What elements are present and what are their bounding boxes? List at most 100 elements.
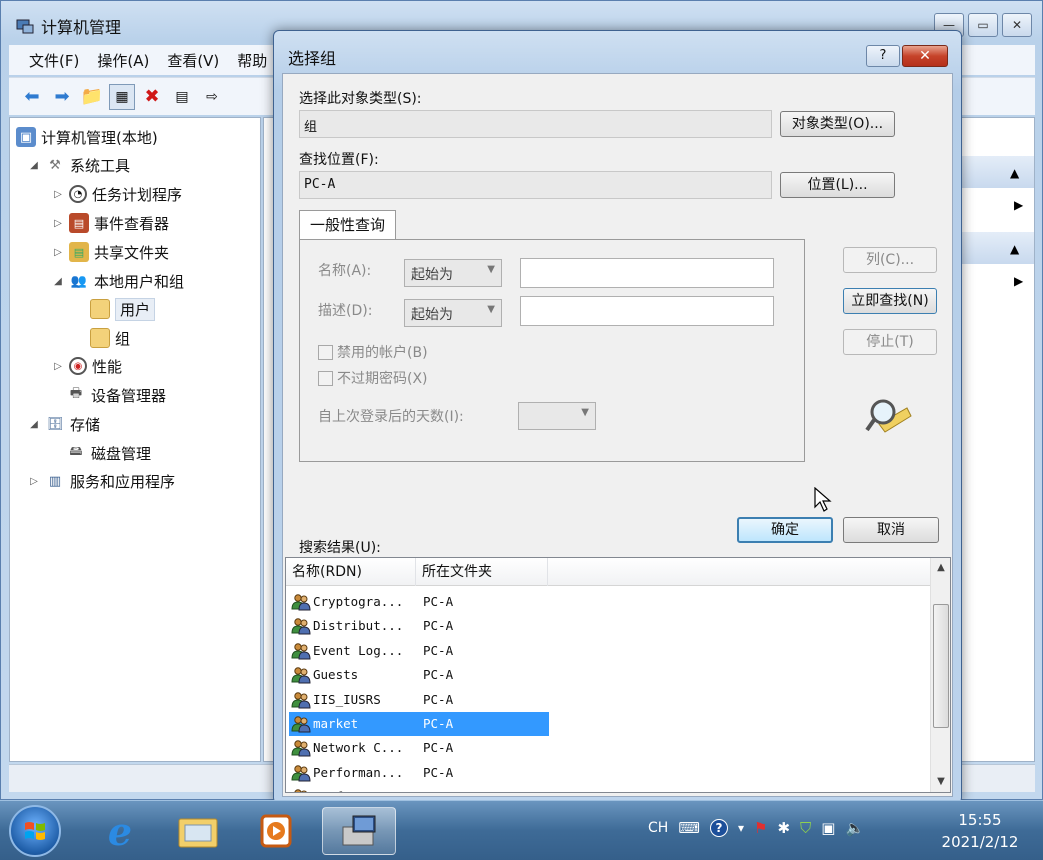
more-actions-arrow-icon[interactable]: ▶ [1014,274,1023,288]
tree-item-disk-management[interactable]: 🖴 磁盘管理 [66,440,151,466]
clock[interactable]: 15:55 2021/2/12 [930,809,1030,853]
tools-icon: ⚒ [49,157,61,173]
collapsed-arrow-icon[interactable]: ▷ [52,218,64,229]
window-title: 计算机管理 [15,14,121,38]
maximize-button[interactable]: ▭ [968,13,998,37]
properties-icon[interactable]: ▤ [169,84,195,110]
bluetooth-icon[interactable]: ✱ [777,819,790,837]
close-button[interactable]: ✕ [1002,13,1032,37]
expanded-arrow-icon[interactable]: ◢ [28,419,40,430]
name-match-combo[interactable]: 起始为 ▼ [404,259,502,287]
menu-file[interactable]: 文件(F) [23,50,85,71]
menu-action[interactable]: 操作(A) [91,50,155,71]
description-match-value: 起始为 [411,307,453,323]
taskbar-computer-management[interactable] [322,807,396,855]
search-results-list[interactable]: 名称(RDN) 所在文件夹 Cryptogra... PC-A Distribut.… [285,557,951,793]
show-hide-tree-icon[interactable]: ▦ [109,83,135,110]
result-row[interactable]: IIS_IUSRS PC-A [289,688,549,712]
columns-button[interactable]: 列(C)... [843,247,937,273]
forward-arrow-icon[interactable]: ➡ [49,84,75,110]
tree-item-system-tools[interactable]: ◢ ⚒ 系统工具 [28,152,130,178]
tree-item-services-applications[interactable]: ▷ ▥ 服务和应用程序 [28,468,175,494]
result-row[interactable]: Performan... PC-A [289,761,549,785]
result-name: Cryptogra... [313,594,404,609]
column-header-name[interactable]: 名称(RDN) [286,558,416,586]
language-indicator[interactable]: CH [648,820,668,836]
result-name: Event Log... [313,642,404,658]
non-expiring-password-checkbox[interactable]: 不过期密码(X) [318,368,428,388]
up-folder-icon[interactable]: 📁 [79,84,105,110]
taskbar-media-player[interactable] [244,807,308,855]
collapse-up-icon[interactable]: ▲ [1010,242,1019,256]
export-list-icon[interactable]: ⇨ [199,84,225,110]
scroll-down-icon[interactable]: ▼ [931,776,950,787]
location-field: PC-A [299,171,772,199]
scrollbar-thumb[interactable] [933,604,949,728]
tree-item-local-users-groups[interactable]: ◢ 👥 本地用户和组 [52,268,184,294]
expanded-arrow-icon[interactable]: ◢ [52,276,64,287]
start-button[interactable] [9,805,61,857]
result-row[interactable]: Distribut... PC-A [289,614,549,638]
help-icon[interactable]: ? [709,819,728,837]
description-match-combo[interactable]: 起始为 ▼ [404,299,502,327]
back-arrow-icon[interactable]: ⬅ [19,84,45,110]
result-row[interactable]: Performan... PC-A [289,785,549,792]
help-button[interactable]: ? [866,45,900,67]
storage-icon: 🗄 [46,416,64,432]
collapsed-arrow-icon[interactable]: ▷ [52,361,64,372]
tree-item-computer-management[interactable]: ▣ 计算机管理(本地) [16,124,158,150]
disabled-accounts-checkbox[interactable]: 禁用的帐户(B) [318,342,428,362]
result-row[interactable]: Network C... PC-A [289,736,549,760]
result-row[interactable]: Cryptogra... PC-A [289,590,549,614]
network-icon[interactable]: ▣ [821,819,835,837]
ok-button[interactable]: 确定 [737,517,833,543]
column-header-folder[interactable]: 所在文件夹 [416,558,548,586]
tree-item-device-manager[interactable]: 🖶 设备管理器 [66,382,166,408]
locations-button[interactable]: 位置(L)... [780,172,895,198]
cancel-button[interactable]: 取消 [843,517,939,543]
collapsed-arrow-icon[interactable]: ▷ [52,189,64,200]
checkbox-box [318,344,333,360]
object-types-button[interactable]: 对象类型(O)... [780,111,895,137]
result-row[interactable]: Event Log... PC-A [289,639,549,663]
stop-button[interactable]: 停止(T) [843,329,937,355]
tree-item-groups[interactable]: 组 [90,325,130,351]
more-actions-arrow-icon[interactable]: ▶ [1014,198,1023,212]
delete-icon[interactable]: ✖ [139,84,165,110]
result-name: Network C... [313,740,404,756]
taskbar-file-explorer[interactable] [166,807,230,855]
expanded-arrow-icon[interactable]: ◢ [28,160,40,171]
tree-item-event-viewer[interactable]: ▷ ▤ 事件查看器 [52,210,169,236]
tree-item-shared-folders[interactable]: ▷ ▤ 共享文件夹 [52,239,169,265]
security-icon[interactable]: ⛉ [800,819,811,837]
keyboard-icon[interactable]: ⌨ [678,819,700,837]
tree-item-task-scheduler[interactable]: ▷ ◔ 任务计划程序 [52,181,182,207]
action-center-flag-icon[interactable]: ⚑ [754,819,767,837]
name-input[interactable] [520,258,774,288]
common-queries-panel: 名称(A): 起始为 ▼ 描述(D): 起始为 ▼ 禁用的帐户(B) 不过期密码… [299,239,805,462]
collapse-up-icon[interactable]: ▲ [1010,166,1019,180]
result-row[interactable]: Guests PC-A [289,663,549,687]
media-player-icon [260,814,292,848]
tree-item-storage[interactable]: ◢ 🗄 存储 [28,411,100,437]
tree-item-users[interactable]: 用户 [90,296,156,322]
volume-icon[interactable]: 🔈 [845,819,864,837]
tab-common-queries[interactable]: 一般性查询 [299,210,396,240]
actions-section-header[interactable] [962,232,1034,264]
collapsed-arrow-icon[interactable]: ▷ [52,247,64,258]
result-row[interactable]: market PC-A [289,712,549,736]
collapsed-arrow-icon[interactable]: ▷ [28,476,40,487]
find-now-button[interactable]: 立即查找(N) [843,288,937,314]
vertical-scrollbar[interactable]: ▲ ▼ [930,558,950,792]
result-folder: PC-A [423,691,454,707]
menu-view[interactable]: 查看(V) [161,50,225,71]
menu-help[interactable]: 帮助 [231,50,273,71]
ime-options-icon[interactable]: ▾ [738,821,744,835]
days-since-login-combo[interactable]: ▼ [518,402,596,430]
dialog-close-button[interactable]: ✕ [902,45,948,67]
actions-section-header[interactable] [962,156,1034,188]
scroll-up-icon[interactable]: ▲ [931,562,950,573]
taskbar-internet-explorer[interactable]: e [88,807,152,855]
description-input[interactable] [520,296,774,326]
tree-item-performance[interactable]: ▷ ◉ 性能 [52,353,122,379]
